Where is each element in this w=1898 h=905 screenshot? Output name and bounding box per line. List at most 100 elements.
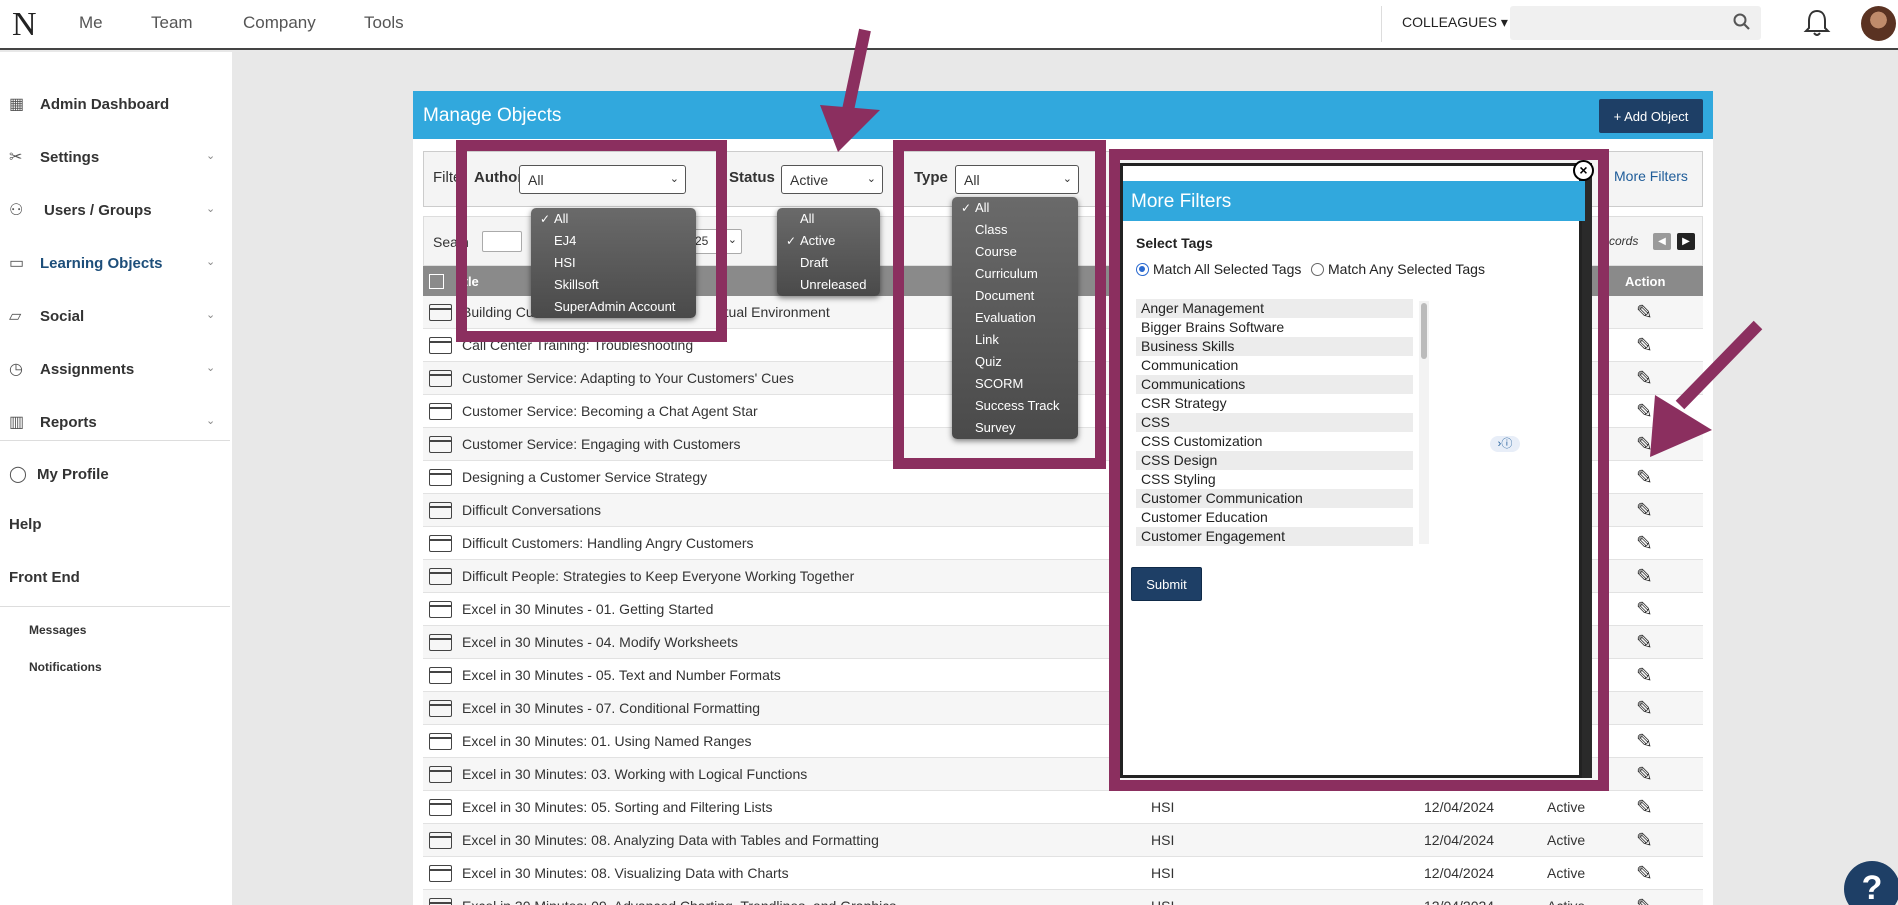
- pencil-edit-icon[interactable]: ✎: [1636, 531, 1653, 556]
- document-icon: [429, 799, 452, 816]
- table-row[interactable]: Excel in 30 Minutes: 05. Sorting and Fil…: [423, 791, 1703, 824]
- prev-page-button[interactable]: ◀: [1653, 233, 1671, 250]
- pencil-edit-icon[interactable]: ✎: [1636, 696, 1653, 721]
- sidebar-item-admin-dashboard[interactable]: ▦ Admin Dashboard: [0, 90, 232, 120]
- row-title[interactable]: Customer Service: Engaging with Customer…: [462, 436, 741, 452]
- row-title[interactable]: Difficult People: Strategies to Keep Eve…: [462, 568, 854, 584]
- add-object-button[interactable]: + Add Object: [1599, 99, 1703, 133]
- monitor-icon: ▭: [9, 255, 25, 272]
- pencil-edit-icon[interactable]: ✎: [1636, 630, 1653, 655]
- row-title[interactable]: Excel in 30 Minutes: 03. Working with Lo…: [462, 766, 807, 782]
- row-date: 12/04/2024: [1424, 832, 1495, 848]
- chevron-down-icon: ⌄: [206, 362, 216, 374]
- search-input[interactable]: [1510, 6, 1761, 40]
- chevron-down-icon: ⌄: [206, 415, 216, 427]
- user-avatar[interactable]: [1861, 6, 1896, 41]
- pencil-edit-icon[interactable]: ✎: [1636, 795, 1653, 820]
- status-option[interactable]: All: [777, 208, 880, 230]
- pencil-edit-icon[interactable]: ✎: [1636, 597, 1653, 622]
- pencil-edit-icon[interactable]: ✎: [1636, 861, 1653, 886]
- sidebar-item-social[interactable]: ▱ Social ⌄: [0, 302, 232, 332]
- table-row[interactable]: Excel in 30 Minutes: 08. Analyzing Data …: [423, 824, 1703, 857]
- pencil-edit-icon[interactable]: ✎: [1636, 828, 1653, 853]
- pencil-edit-icon[interactable]: ✎: [1636, 729, 1653, 754]
- help-button[interactable]: ?: [1844, 861, 1898, 905]
- next-page-button[interactable]: ▶: [1677, 233, 1695, 250]
- type-highlight-box: [893, 140, 1106, 469]
- table-row[interactable]: Excel in 30 Minutes: 09. Advanced Charti…: [423, 890, 1703, 905]
- status-option[interactable]: Draft: [777, 252, 880, 274]
- row-title[interactable]: Excel in 30 Minutes - 07. Conditional Fo…: [462, 700, 760, 716]
- chevron-down-icon: ⌄: [206, 309, 216, 321]
- pencil-edit-icon[interactable]: ✎: [1636, 663, 1653, 688]
- sidebar-item-assignments[interactable]: ◷ Assignments ⌄: [0, 355, 232, 385]
- sidebar-item-messages[interactable]: Messages: [29, 623, 86, 637]
- row-title[interactable]: Customer Service: Adapting to Your Custo…: [462, 370, 794, 386]
- status-option[interactable]: ✓ Active: [777, 230, 880, 252]
- row-title[interactable]: Excel in 30 Minutes - 04. Modify Workshe…: [462, 634, 738, 650]
- sidebar-item-reports[interactable]: ▥ Reports ⌄: [0, 408, 232, 438]
- pencil-edit-icon[interactable]: ✎: [1636, 333, 1653, 358]
- row-title[interactable]: Excel in 30 Minutes: 01. Using Named Ran…: [462, 733, 751, 749]
- more-filters-link[interactable]: More Filters: [1614, 168, 1688, 184]
- pencil-edit-icon[interactable]: ✎: [1636, 564, 1653, 589]
- row-date: 12/04/2024: [1424, 898, 1494, 905]
- profile-icon: ◯: [9, 466, 27, 483]
- row-title[interactable]: Difficult Customers: Handling Angry Cust…: [462, 535, 754, 551]
- sidebar-item-notifications[interactable]: Notifications: [29, 660, 102, 674]
- row-title[interactable]: Designing a Customer Service Strategy: [462, 469, 707, 485]
- column-action: Action: [1625, 274, 1666, 289]
- pencil-edit-icon[interactable]: ✎: [1636, 399, 1653, 424]
- nav-company[interactable]: Company: [243, 13, 316, 33]
- row-title[interactable]: Excel in 30 Minutes: 08. Visualizing Dat…: [462, 865, 789, 881]
- document-icon: [429, 502, 452, 519]
- sidebar-item-my-profile[interactable]: ◯ My Profile: [0, 460, 232, 490]
- row-status: Active: [1547, 799, 1586, 815]
- document-icon: [429, 865, 452, 882]
- pencil-edit-icon[interactable]: ✎: [1636, 498, 1653, 523]
- notifications-bell-icon[interactable]: [1803, 8, 1831, 45]
- search-icon[interactable]: [1733, 13, 1751, 36]
- row-title[interactable]: Excel in 30 Minutes - 05. Text and Numbe…: [462, 667, 781, 683]
- grid-icon: ▦: [9, 96, 25, 113]
- row-author: HSI: [1151, 865, 1175, 881]
- pencil-edit-icon[interactable]: ✎: [1636, 762, 1653, 787]
- divider: [0, 440, 230, 441]
- row-title-tail: rtual Environment: [720, 304, 830, 320]
- row-title[interactable]: Excel in 30 Minutes: 05. Sorting and Fil…: [462, 799, 773, 815]
- row-title[interactable]: Excel in 30 Minutes - 01. Getting Starte…: [462, 601, 713, 617]
- select-all-checkbox[interactable]: [429, 274, 444, 289]
- nav-me[interactable]: Me: [79, 13, 103, 33]
- document-icon: [429, 733, 452, 750]
- chat-icon: ▱: [9, 308, 22, 325]
- row-title[interactable]: Customer Service: Becoming a Chat Agent …: [462, 403, 758, 419]
- row-date: 12/04/2024: [1424, 865, 1495, 881]
- pencil-edit-icon[interactable]: ✎: [1636, 432, 1653, 457]
- status-option[interactable]: Unreleased: [777, 274, 880, 296]
- checkmark-icon: ✓: [786, 234, 797, 248]
- sidebar-item-help[interactable]: Help: [9, 516, 42, 533]
- sidebar-item-front-end[interactable]: Front End: [9, 569, 80, 586]
- pencil-edit-icon[interactable]: ✎: [1636, 465, 1653, 490]
- chevron-down-icon: ⌄: [727, 234, 737, 246]
- pencil-edit-icon[interactable]: ✎: [1636, 894, 1653, 905]
- app-logo[interactable]: N: [12, 6, 37, 44]
- document-icon: [429, 898, 452, 905]
- document-icon: [429, 667, 452, 684]
- colleagues-dropdown[interactable]: COLLEAGUES ▾: [1402, 14, 1508, 31]
- pencil-edit-icon[interactable]: ✎: [1636, 366, 1653, 391]
- status-select[interactable]: Active ⌄: [781, 165, 883, 194]
- status-label: Status: [729, 169, 775, 186]
- document-icon: [429, 766, 452, 783]
- pencil-edit-icon[interactable]: ✎: [1636, 300, 1653, 325]
- table-row[interactable]: Excel in 30 Minutes: 08. Visualizing Dat…: [423, 857, 1703, 890]
- sidebar-item-settings[interactable]: ✂ Settings ⌄: [0, 143, 232, 173]
- nav-tools[interactable]: Tools: [364, 13, 404, 33]
- nav-team[interactable]: Team: [151, 13, 193, 33]
- row-title[interactable]: Excel in 30 Minutes: 09. Advanced Charti…: [462, 898, 896, 905]
- top-bar: N Me Team Company Tools COLLEAGUES ▾: [0, 0, 1898, 50]
- row-title[interactable]: Excel in 30 Minutes: 08. Analyzing Data …: [462, 832, 879, 848]
- sidebar-item-learning-objects[interactable]: ▭ Learning Objects ⌄: [0, 249, 232, 279]
- sidebar-item-users-groups[interactable]: ⚇ Users / Groups ⌄: [0, 196, 232, 226]
- row-title[interactable]: Difficult Conversations: [462, 502, 601, 518]
